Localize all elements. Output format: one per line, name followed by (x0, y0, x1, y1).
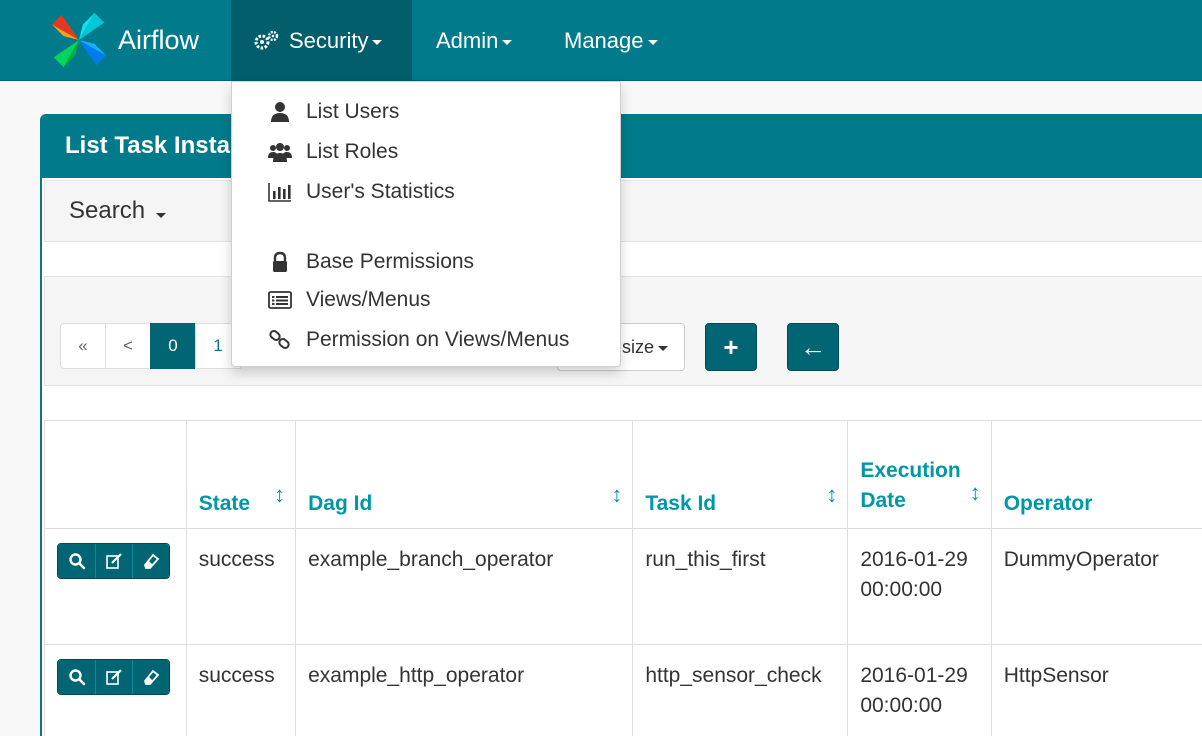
column-header-task-id[interactable]: Task Id ↕ (632, 420, 849, 529)
add-record-button[interactable]: + (705, 323, 757, 371)
column-header-label: Execution Date (860, 459, 961, 512)
security-dropdown-menu: List Users List Roles User's Statistics … (231, 81, 621, 367)
edit-icon (106, 553, 122, 569)
row-action-group (57, 543, 170, 579)
brand-name: Airflow (118, 24, 200, 55)
edit-icon (106, 669, 122, 685)
cogs-icon (254, 30, 279, 49)
panel-title: List Task Insta (42, 116, 1202, 178)
cell-task-id: run_this_first (632, 528, 849, 645)
nav-security-menu[interactable]: Security (231, 0, 412, 81)
pagination: « < 0 1 (60, 323, 241, 369)
view-record-button[interactable] (58, 544, 95, 578)
user-icon (271, 102, 289, 122)
nav-security-label: Security (289, 27, 369, 53)
link-icon (269, 330, 290, 349)
menu-item-label: List Users (306, 100, 400, 123)
bar-chart-icon (268, 183, 291, 202)
column-header-execution-date[interactable]: Execution Date ↕ (847, 420, 992, 529)
search-icon (68, 669, 85, 686)
menu-item-base-permissions[interactable]: Base Permissions (232, 243, 620, 281)
cell-dag-id: example_branch_operator (295, 528, 634, 645)
table-row: success example_http_operator http_senso… (44, 644, 1202, 736)
column-header-label: Dag Id (308, 492, 373, 515)
menu-item-label: User's Statistics (306, 180, 455, 203)
task-instance-table: State ↕ Dag Id ↕ Task Id ↕ Execution Dat… (44, 420, 1202, 736)
pager-prev-button[interactable]: < (105, 323, 151, 369)
search-bar: Search (44, 180, 1202, 242)
column-header-label: Task Id (645, 492, 717, 515)
cell-execution-date: 2016-01-29 00:00:00 (847, 644, 992, 736)
edit-record-button[interactable] (95, 544, 132, 578)
users-icon (268, 143, 292, 162)
lock-icon (273, 251, 287, 272)
column-header-operator[interactable]: Operator (990, 420, 1202, 529)
nav-admin-menu[interactable]: Admin (414, 0, 534, 81)
cell-operator: DummyOperator (990, 528, 1202, 645)
top-navbar: Airflow Security Admin Manage (0, 0, 1202, 81)
sort-icon[interactable]: ↕ (826, 482, 837, 508)
menu-item-label: Permission on Views/Menus (306, 328, 570, 351)
clear-record-button[interactable] (132, 660, 169, 694)
brand-link[interactable]: Airflow (50, 10, 199, 70)
menu-item-views-menus[interactable]: Views/Menus (232, 281, 620, 319)
row-actions-cell (44, 528, 187, 645)
list-toolbar: « < 0 1 size + ← (44, 276, 1202, 386)
menu-item-list-roles[interactable]: List Roles (232, 133, 620, 171)
page-size-label: size (621, 336, 654, 357)
column-header-label: State (198, 492, 251, 515)
airflow-logo-icon (51, 12, 107, 68)
nav-admin-label: Admin (436, 27, 499, 53)
list-panel: List Task Insta Search « < 0 1 size + ← (40, 114, 1202, 736)
table-row: success example_branch_operator run_this… (44, 528, 1202, 645)
menu-item-label: Views/Menus (306, 288, 431, 311)
caret-down-icon (647, 39, 658, 45)
cell-state: success (185, 528, 297, 645)
nav-manage-menu[interactable]: Manage (542, 0, 680, 81)
caret-down-icon (658, 346, 668, 351)
table-header-row: State ↕ Dag Id ↕ Task Id ↕ Execution Dat… (44, 420, 1202, 529)
menu-item-permission-on-views-menus[interactable]: Permission on Views/Menus (232, 321, 620, 359)
search-dropdown-button[interactable]: Search (69, 197, 166, 225)
view-record-button[interactable] (58, 660, 95, 694)
menu-item-user-statistics[interactable]: User's Statistics (232, 173, 620, 211)
search-icon (68, 553, 85, 570)
eraser-icon (143, 553, 160, 569)
nav-manage-label: Manage (564, 27, 644, 53)
search-label: Search (69, 197, 146, 224)
cell-operator: HttpSensor (990, 644, 1202, 736)
sort-icon[interactable]: ↕ (274, 482, 285, 508)
list-alt-icon (268, 291, 292, 309)
pager-page-0[interactable]: 0 (150, 323, 196, 369)
menu-item-list-users[interactable]: List Users (232, 93, 620, 131)
column-header-dag-id[interactable]: Dag Id ↕ (295, 420, 634, 529)
back-button[interactable]: ← (787, 323, 839, 371)
row-action-group (57, 659, 170, 695)
cell-dag-id: example_http_operator (295, 644, 634, 736)
cell-state: success (185, 644, 297, 736)
cell-task-id: http_sensor_check (632, 644, 849, 736)
sort-icon[interactable]: ↕ (611, 482, 622, 508)
column-header-actions (44, 420, 187, 529)
menu-item-label: Base Permissions (306, 250, 475, 273)
eraser-icon (143, 669, 160, 685)
caret-down-icon (372, 39, 383, 45)
edit-record-button[interactable] (95, 660, 132, 694)
cell-execution-date: 2016-01-29 00:00:00 (847, 528, 992, 645)
caret-down-icon (155, 213, 166, 218)
menu-item-label: List Roles (306, 140, 399, 163)
column-header-label: Operator (1003, 492, 1093, 515)
clear-record-button[interactable] (132, 544, 169, 578)
sort-icon[interactable]: ↕ (970, 478, 981, 508)
row-actions-cell (44, 644, 187, 736)
caret-down-icon (502, 39, 513, 45)
pager-first-button[interactable]: « (60, 323, 106, 369)
column-header-state[interactable]: State ↕ (185, 420, 297, 529)
